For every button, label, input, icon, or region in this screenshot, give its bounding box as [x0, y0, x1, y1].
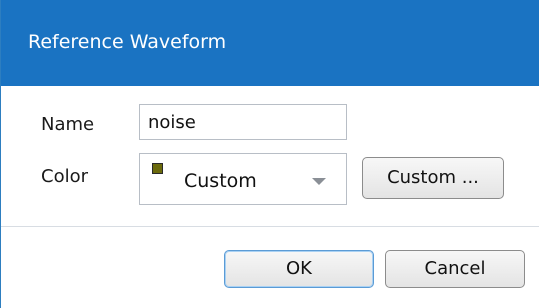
chevron-down-icon[interactable]: [312, 178, 326, 185]
reference-waveform-dialog: Reference Waveform Name Color Custom Cus…: [0, 0, 539, 308]
color-label: Color: [41, 166, 88, 187]
custom-color-button[interactable]: Custom ...: [362, 157, 504, 199]
cancel-button[interactable]: Cancel: [385, 250, 525, 288]
footer-separator: [1, 226, 539, 227]
color-dropdown-value: Custom: [184, 170, 257, 192]
name-label: Name: [41, 114, 95, 135]
name-input[interactable]: [139, 104, 347, 140]
ok-button[interactable]: OK: [224, 250, 374, 288]
dialog-titlebar[interactable]: Reference Waveform: [1, 0, 539, 86]
dialog-title: Reference Waveform: [28, 31, 227, 53]
color-dropdown[interactable]: Custom: [139, 153, 347, 205]
color-swatch-icon: [152, 163, 163, 174]
